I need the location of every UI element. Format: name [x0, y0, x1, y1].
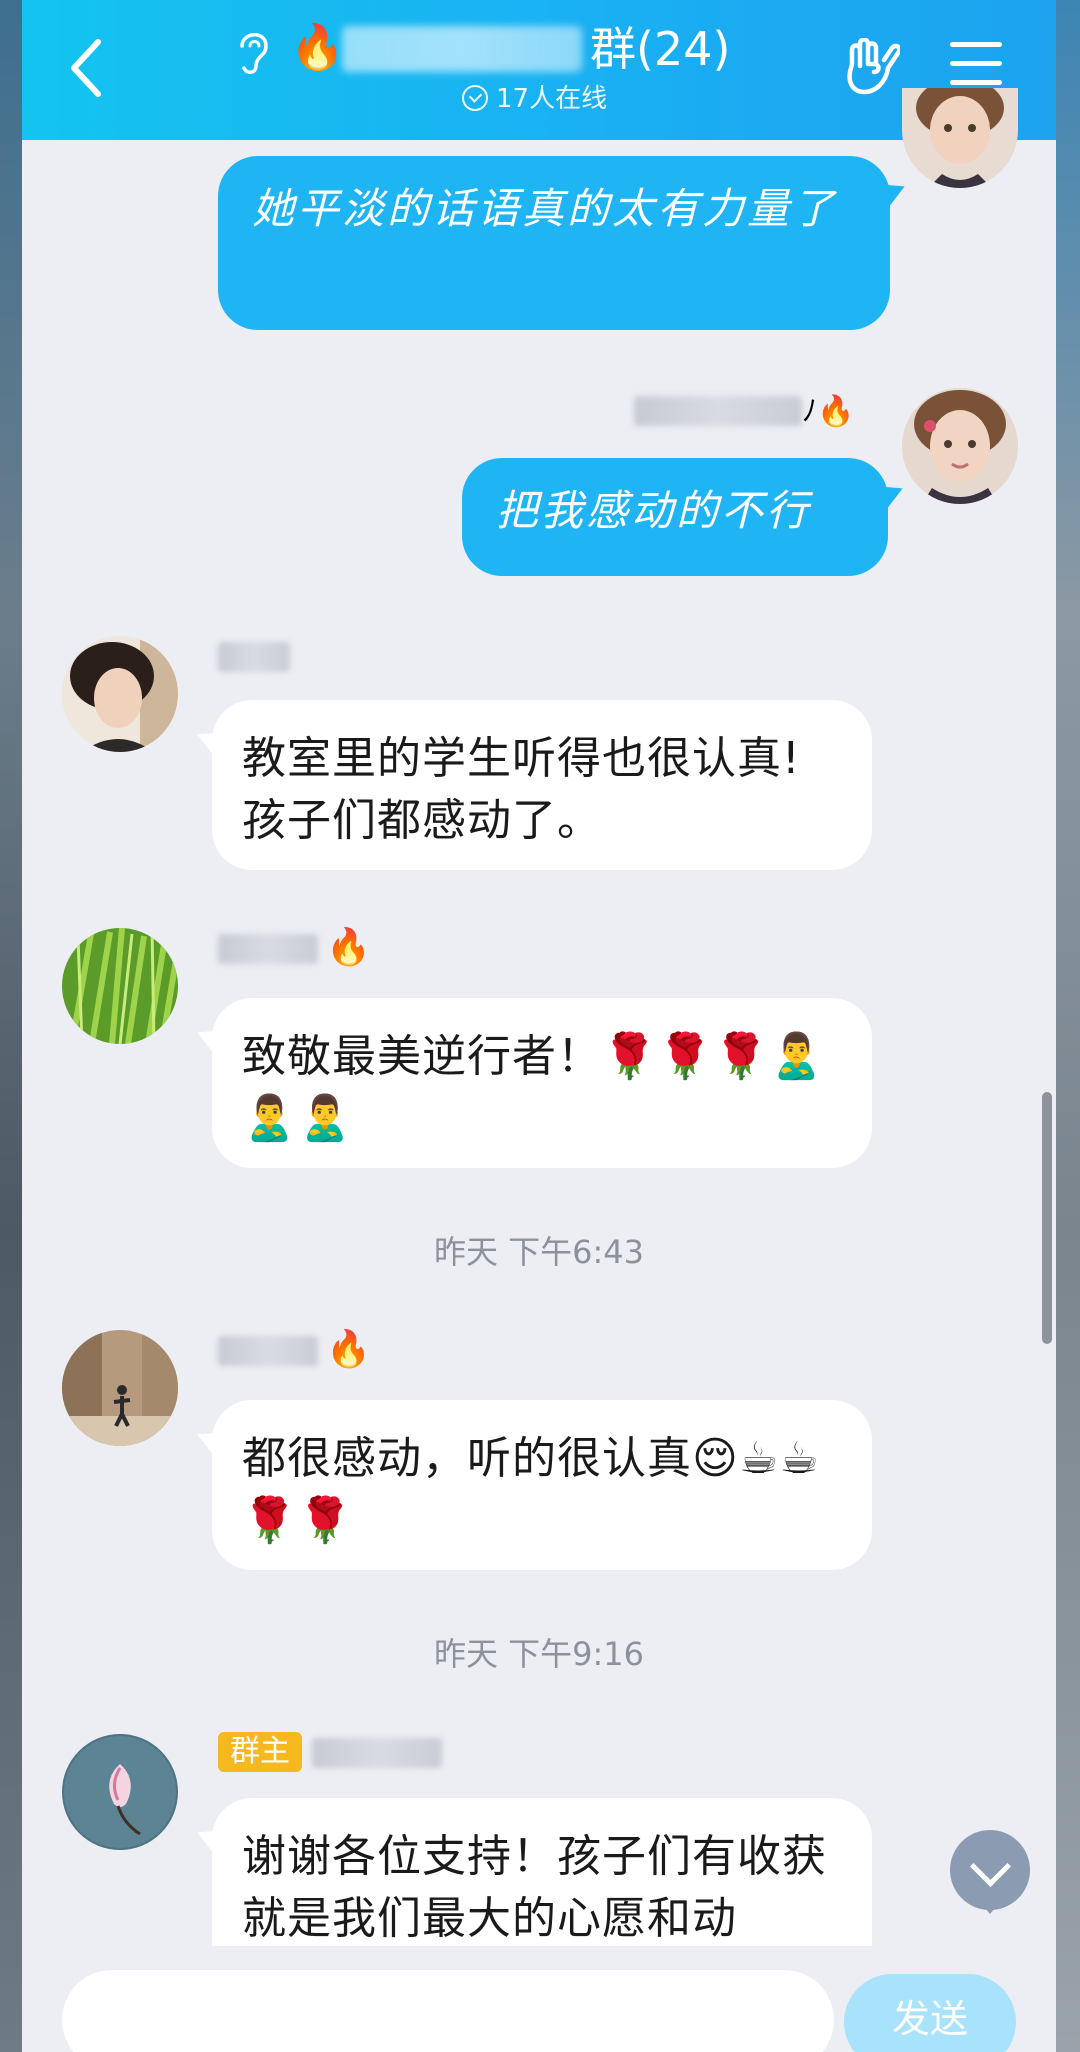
my-avatar[interactable]	[902, 88, 1018, 188]
fire-icon: 🔥	[290, 22, 345, 73]
message-bubble-outgoing[interactable]: 把我感动的不行	[462, 458, 888, 576]
menu-icon[interactable]	[950, 42, 1002, 86]
ear-icon	[240, 33, 268, 74]
online-status[interactable]: 17人在线	[462, 82, 607, 116]
message-bubble-outgoing[interactable]: 她平淡的话语真的太有力量了	[218, 156, 890, 330]
member-nickname-blurred	[218, 1336, 318, 1366]
scrollbar[interactable]	[1042, 1092, 1052, 1344]
message-text: 谢谢各位支持！孩子们有收获就是我们最大的心愿和动	[242, 1831, 827, 1944]
my-avatar[interactable]	[902, 388, 1018, 504]
timestamp: 昨天 下午6:43	[433, 1233, 645, 1271]
message-text: 把我感动的不行	[496, 486, 812, 535]
input-bar: 发送	[22, 1946, 1056, 2052]
hand-gesture-icon[interactable]	[844, 38, 900, 98]
scroll-to-bottom-button[interactable]	[950, 1830, 1030, 1914]
message-text: 教室里的学生听得也很认真!孩子们都感动了。	[242, 733, 801, 846]
outer-frame-right	[1056, 0, 1080, 2052]
message-input[interactable]	[62, 1970, 834, 2052]
message-text: 都很感动，听的很认真😌☕☕🌹🌹	[242, 1433, 820, 1546]
back-icon[interactable]	[66, 36, 106, 100]
my-nickname-suffix: ﾉ🔥	[802, 394, 855, 429]
member-avatar[interactable]	[62, 928, 178, 1044]
chat-header: 🔥 群(24) 17人在线	[22, 0, 1056, 140]
timestamp: 昨天 下午9:16	[433, 1635, 645, 1673]
group-name-blurred	[342, 26, 582, 72]
owner-avatar[interactable]	[62, 1734, 178, 1850]
message-text: 她平淡的话语真的太有力量了	[252, 184, 838, 233]
message-bubble-incoming[interactable]: 都很感动，听的很认真😌☕☕🌹🌹	[212, 1400, 872, 1570]
message-bubble-incoming[interactable]: 教室里的学生听得也很认真!孩子们都感动了。	[212, 700, 872, 870]
member-nickname-blurred	[218, 642, 290, 672]
message-bubble-incoming[interactable]: 致敬最美逆行者！🌹🌹🌹🙎‍♂️🙎‍♂️🙎‍♂️	[212, 998, 872, 1168]
send-button[interactable]: 发送	[844, 1974, 1016, 2052]
message-text: 致敬最美逆行者！🌹🌹🌹🙎‍♂️🙎‍♂️🙎‍♂️	[242, 1031, 826, 1144]
fire-icon: 🔥	[326, 1329, 371, 1370]
member-avatar[interactable]	[62, 636, 178, 752]
chat-screen: 🔥 群(24) 17人在线 她平淡的话语真的太有力量了 ﾉ🔥 把我感动的不行 教…	[22, 0, 1056, 2052]
member-nickname-blurred	[218, 934, 318, 964]
owner-badge: 群主	[218, 1732, 302, 1772]
fire-icon: 🔥	[326, 927, 371, 968]
owner-nickname-blurred	[312, 1738, 442, 1768]
online-count: 17人在线	[496, 84, 608, 114]
chat-title: 群(24)	[590, 22, 731, 76]
outer-frame-left	[0, 0, 22, 2052]
my-nickname-blurred	[634, 396, 802, 426]
check-circle-icon	[462, 85, 488, 111]
member-avatar[interactable]	[62, 1330, 178, 1446]
